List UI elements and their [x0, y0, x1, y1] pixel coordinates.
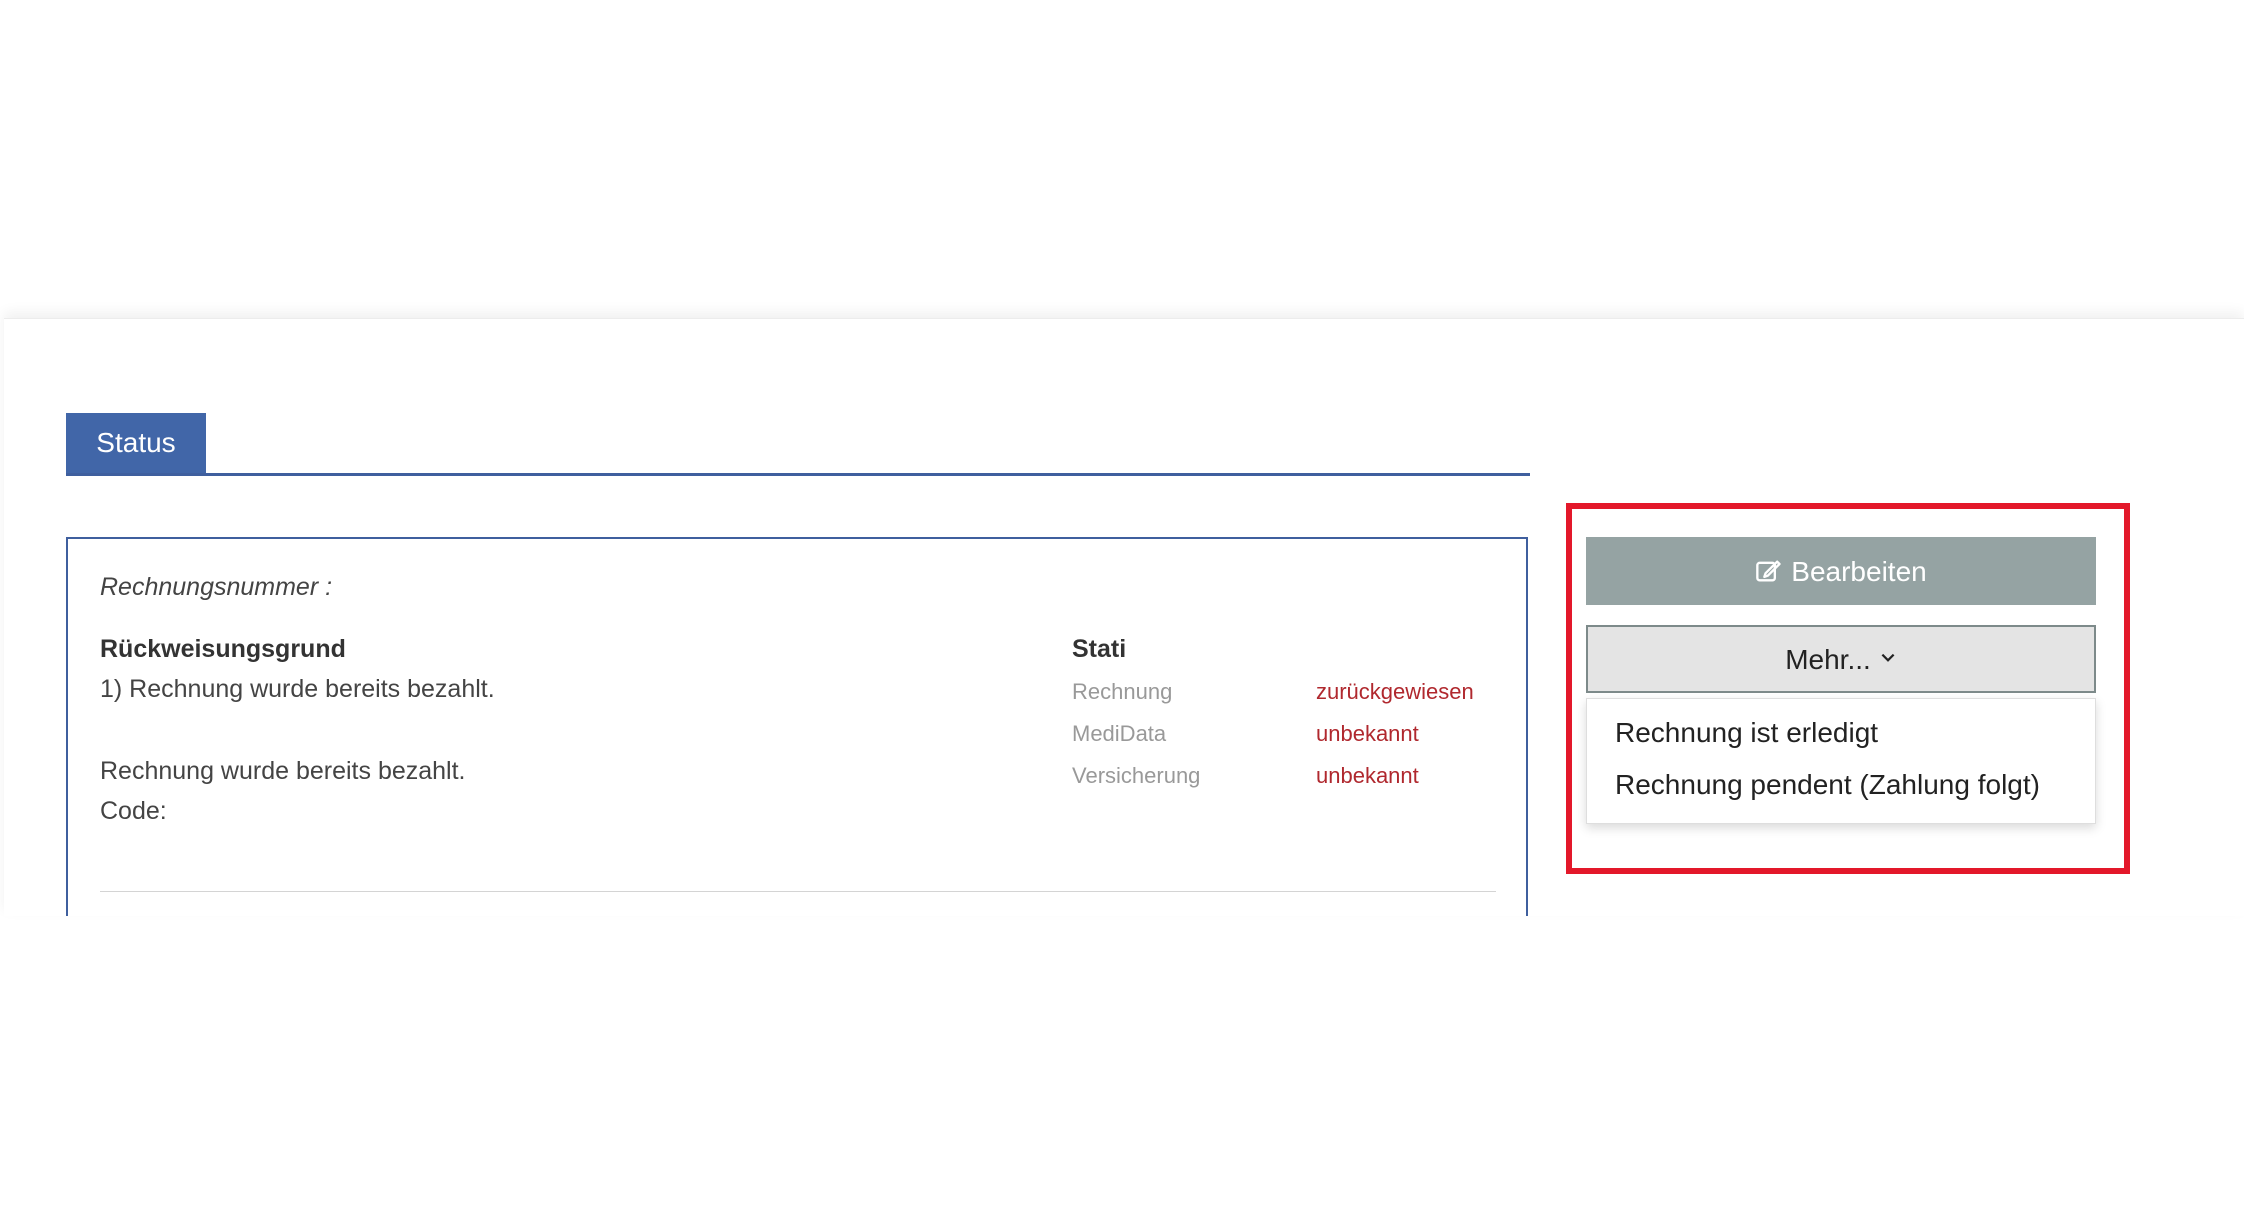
- rejection-reason-line-2: Rechnung wurde bereits bezahlt.: [100, 757, 466, 785]
- stati-title: Stati: [1072, 635, 1127, 663]
- more-dropdown-button[interactable]: Mehr...: [1586, 625, 2096, 693]
- status-row-label: MediData: [1072, 721, 1167, 746]
- chevron-down-icon: [1881, 653, 1895, 662]
- status-row-value: zurückgewiesen: [1316, 679, 1474, 704]
- rejection-reason-line-1: 1) Rechnung wurde bereits bezahlt.: [100, 675, 495, 703]
- status-row: Rechnung zurückgewiesen: [1072, 679, 1492, 713]
- status-row: Versicherung unbekannt: [1072, 763, 1492, 797]
- status-row-label: Versicherung: [1072, 763, 1201, 788]
- edit-icon: [1756, 560, 1781, 582]
- status-row-label: Rechnung: [1072, 679, 1173, 704]
- status-row-value: unbekannt: [1316, 721, 1419, 746]
- invoice-number-label: Rechnungsnummer :: [100, 573, 333, 601]
- top-blank-area: [0, 0, 2244, 318]
- more-button-label: Mehr...: [1785, 644, 1871, 675]
- tab-bar: Status: [66, 413, 1530, 476]
- edit-button[interactable]: Bearbeiten: [1586, 537, 2096, 605]
- rejection-code-label: Code:: [100, 797, 167, 825]
- rejection-reason-title: Rückweisungsgrund: [100, 635, 346, 663]
- menu-item-mark-pending[interactable]: Rechnung pendent (Zahlung folgt): [1615, 769, 2040, 801]
- menu-item-mark-done[interactable]: Rechnung ist erledigt: [1615, 717, 1878, 749]
- edit-button-label: Bearbeiten: [1791, 556, 1927, 587]
- invoice-info-box: Rechnungsnummer : Rückweisungsgrund 1) R…: [66, 537, 1528, 916]
- tab-status[interactable]: Status: [66, 413, 206, 473]
- info-divider: [100, 891, 1496, 892]
- status-row: MediData unbekannt: [1072, 721, 1492, 755]
- status-row-value: unbekannt: [1316, 763, 1419, 788]
- more-dropdown-menu: Rechnung ist erledigt Rechnung pendent (…: [1586, 698, 2096, 824]
